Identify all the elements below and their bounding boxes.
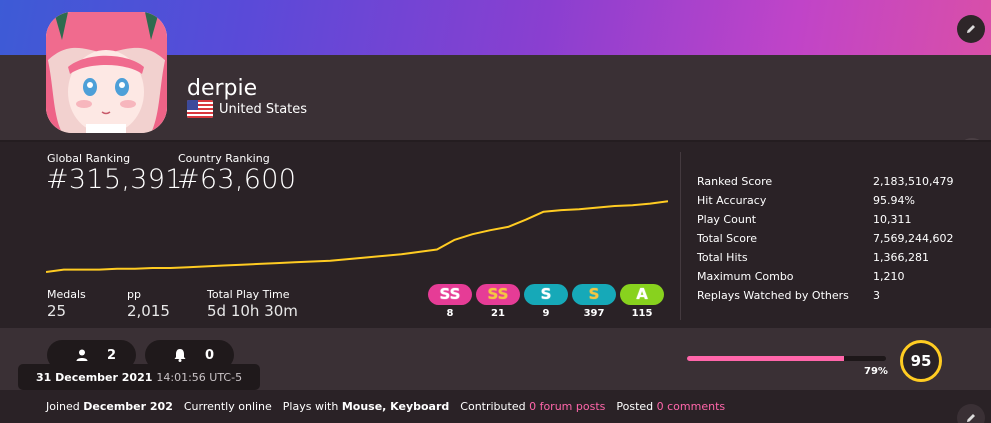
stat-label: Total Hits	[697, 251, 748, 264]
online-status: Currently online	[183, 400, 272, 413]
grade-s-silver: S 9	[524, 284, 568, 319]
stat-label: Maximum Combo	[697, 270, 794, 283]
global-ranking-value: #315,391	[46, 164, 183, 195]
grade-count: 115	[631, 308, 653, 319]
stat-value: 3	[873, 289, 880, 302]
joined-date: December 202	[83, 400, 173, 413]
joined-prefix: Joined	[46, 400, 80, 413]
stat-row-max-combo: Maximum Combo 1,210	[697, 267, 967, 286]
grade-s: S 397	[572, 284, 616, 319]
grade-ss: SS 21	[476, 284, 520, 319]
grade-a: A 115	[620, 284, 664, 319]
bell-icon	[174, 349, 186, 362]
grade-count: 8	[446, 308, 454, 319]
stats-panel: Global Ranking #315,391 Country Ranking …	[0, 140, 991, 328]
joined-info[interactable]: Joined December 202	[46, 400, 173, 413]
plays-with-devices: Mouse, Keyboard	[341, 400, 450, 413]
pencil-icon	[967, 414, 975, 422]
stat-label: Replays Watched by Others	[697, 289, 849, 302]
stat-value: 95.94%	[873, 194, 915, 207]
stat-row-total-score: Total Score 7,569,244,602	[697, 229, 967, 248]
forum-posts-link[interactable]: 0 forum posts	[529, 400, 605, 413]
plays-with-info: Plays with Mouse, Keyboard	[283, 400, 449, 413]
stat-value: 1,210	[873, 270, 905, 283]
us-flag-icon	[187, 100, 213, 118]
join-date-tooltip: 31 December 2021 14:01:56 UTC-5	[18, 364, 261, 396]
contributed-prefix: Contributed	[460, 400, 526, 413]
detailed-stats: Ranked Score 2,183,510,479 Hit Accuracy …	[697, 172, 967, 305]
contributed-info: Contributed 0 forum posts	[460, 400, 605, 413]
stat-value: 1,366,281	[873, 251, 929, 264]
pencil-icon	[967, 25, 975, 33]
profile-info-line: Joined December 202 Currently online Pla…	[0, 390, 991, 423]
stat-row-play-count: Play Count 10,311	[697, 210, 967, 229]
posted-prefix: Posted	[616, 400, 654, 413]
grade-badge: A	[620, 284, 664, 305]
pp-value: 2,015	[127, 302, 170, 320]
followers-count: 2	[107, 347, 117, 363]
grade-badge: SS	[476, 284, 520, 305]
grade-badge: S	[524, 284, 568, 305]
medals-value: 25	[47, 302, 67, 320]
medals-label: Medals	[47, 288, 86, 301]
avatar-image	[46, 12, 167, 133]
level-progress-bar	[687, 356, 886, 361]
grade-badge: SS	[428, 284, 472, 305]
grade-count: 21	[491, 308, 505, 319]
level-progress-label: 79%	[864, 366, 888, 377]
notifications-count: 0	[205, 347, 215, 363]
edit-cover-button[interactable]	[957, 15, 985, 43]
level-badge: 95	[900, 340, 942, 382]
grade-count: 9	[542, 308, 550, 319]
posted-info: Posted 0 comments	[616, 400, 725, 413]
plays-with-prefix: Plays with	[282, 400, 339, 413]
stats-divider	[680, 152, 681, 320]
playtime-label: Total Play Time	[207, 288, 290, 301]
country-name: United States	[219, 101, 308, 117]
country[interactable]: United States	[187, 100, 307, 118]
level-progress-fill	[687, 356, 845, 361]
stat-label: Ranked Score	[697, 175, 773, 188]
rank-history-chart[interactable]	[46, 198, 668, 276]
stat-row-total-hits: Total Hits 1,366,281	[697, 248, 967, 267]
grade-ss-silver: SS 8	[428, 284, 472, 319]
stat-value: 10,311	[873, 213, 912, 226]
stat-row-hit-accuracy: Hit Accuracy 95.94%	[697, 191, 967, 210]
stat-label: Hit Accuracy	[697, 194, 767, 207]
stat-label: Total Score	[697, 232, 757, 245]
user-icon	[76, 349, 88, 361]
username: derpie	[187, 76, 258, 101]
grade-badge: S	[572, 284, 616, 305]
tooltip-time: 14:01:56 UTC-5	[156, 370, 243, 384]
stat-row-ranked-score: Ranked Score 2,183,510,479	[697, 172, 967, 191]
stat-value: 2,183,510,479	[873, 175, 954, 188]
country-ranking-value: #63,600	[177, 164, 297, 195]
grade-counts: SS 8 SS 21 S 9 S 397 A 115	[428, 284, 664, 319]
stat-row-replays: Replays Watched by Others 3	[697, 286, 967, 305]
avatar[interactable]	[46, 12, 167, 133]
pp-label: pp	[127, 288, 141, 301]
playtime-value: 5d 10h 30m	[207, 302, 298, 320]
comments-link[interactable]: 0 comments	[657, 400, 726, 413]
stat-label: Play Count	[697, 213, 757, 226]
tooltip-date: 31 December 2021	[36, 370, 153, 384]
grade-count: 397	[583, 308, 605, 319]
rank-history-line	[46, 200, 668, 273]
stat-value: 7,569,244,602	[873, 232, 954, 245]
